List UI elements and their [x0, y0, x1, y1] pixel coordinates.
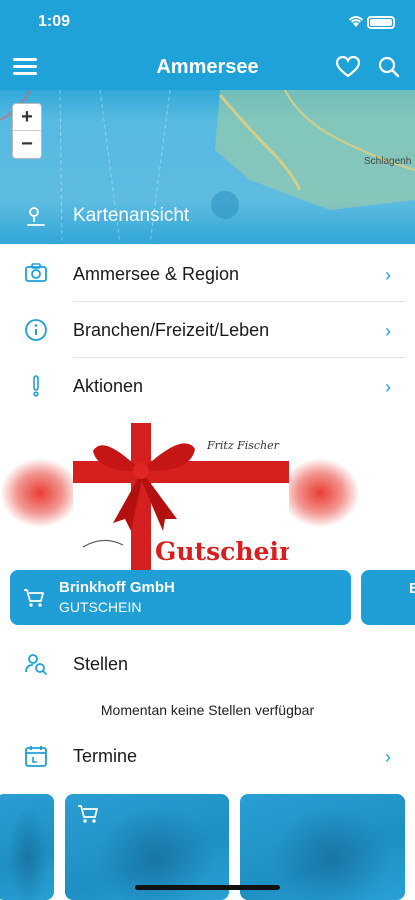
navigation-bar: Ammersee — [0, 44, 415, 90]
next-voucher-initial: B — [409, 580, 415, 597]
menu-item-label: Ammersee & Region — [73, 264, 240, 284]
voucher-carousel[interactable]: Fritz Fischer Gutschein Brinkhoff GmbH G… — [0, 420, 415, 630]
voucher-card[interactable]: Brinkhoff GmbH GUTSCHEIN — [10, 570, 351, 625]
battery-icon — [367, 16, 395, 29]
chevron-right-icon: › — [385, 747, 391, 767]
status-time: 1:09 — [38, 13, 71, 30]
chevron-right-icon: › — [385, 321, 391, 341]
camera-icon — [24, 262, 48, 289]
voucher-image[interactable]: Fritz Fischer Gutschein — [73, 423, 289, 571]
menu-item-ammersee-region[interactable]: Ammersee & Region › — [0, 246, 415, 302]
stellen-empty-note: Momentan keine Stellen verfügbar — [100, 702, 315, 718]
voucher-type: GUTSCHEIN — [59, 599, 142, 615]
menu-item-aktionen[interactable]: Aktionen › — [0, 358, 415, 414]
next-voucher-card[interactable]: B — [361, 570, 415, 625]
heart-icon[interactable] — [335, 55, 361, 84]
person-search-icon — [24, 652, 48, 681]
info-icon — [24, 318, 48, 347]
menu-item-label: Aktionen — [73, 376, 144, 396]
voucher-image-edge — [280, 458, 360, 528]
voucher-image-text: Gutschein — [155, 537, 289, 566]
menu-item-branchen[interactable]: Branchen/Freizeit/Leben › — [0, 302, 415, 358]
zoom-in-button[interactable]: + — [13, 104, 41, 131]
voucher-company-name: Brinkhoff GmbH — [59, 579, 175, 596]
chevron-right-icon: › — [385, 265, 391, 285]
wifi-icon — [347, 14, 365, 33]
offer-tile[interactable] — [0, 794, 54, 900]
map-place-label: Schlagenh — [364, 156, 412, 167]
voucher-image-edge — [0, 458, 80, 528]
chevron-right-icon: › — [385, 377, 391, 397]
section-stellen: Stellen — [0, 636, 415, 692]
search-icon[interactable] — [377, 55, 401, 84]
menu-item-termine[interactable]: Termine › — [0, 728, 415, 784]
header-area: 1:09 Ammersee + − Schlagenh Kartenansich… — [0, 0, 415, 244]
map-pin-icon — [24, 205, 48, 234]
map-zoom-control: + − — [12, 103, 42, 159]
shopping-cart-icon — [23, 588, 45, 613]
menu-item-label: Branchen/Freizeit/Leben — [73, 320, 270, 340]
home-indicator — [135, 885, 280, 890]
exclamation-icon — [24, 374, 48, 403]
stellen-label: Stellen — [73, 654, 129, 674]
zoom-out-button[interactable]: − — [13, 131, 41, 158]
termine-label: Termine — [73, 746, 138, 766]
status-bar: 1:09 — [0, 0, 415, 44]
shopping-cart-icon — [77, 804, 99, 829]
kartenansicht-row[interactable]: Kartenansicht — [0, 196, 415, 240]
calendar-icon — [24, 744, 48, 773]
voucher-signature: Fritz Fischer — [207, 439, 279, 452]
kartenansicht-label: Kartenansicht — [73, 205, 190, 226]
